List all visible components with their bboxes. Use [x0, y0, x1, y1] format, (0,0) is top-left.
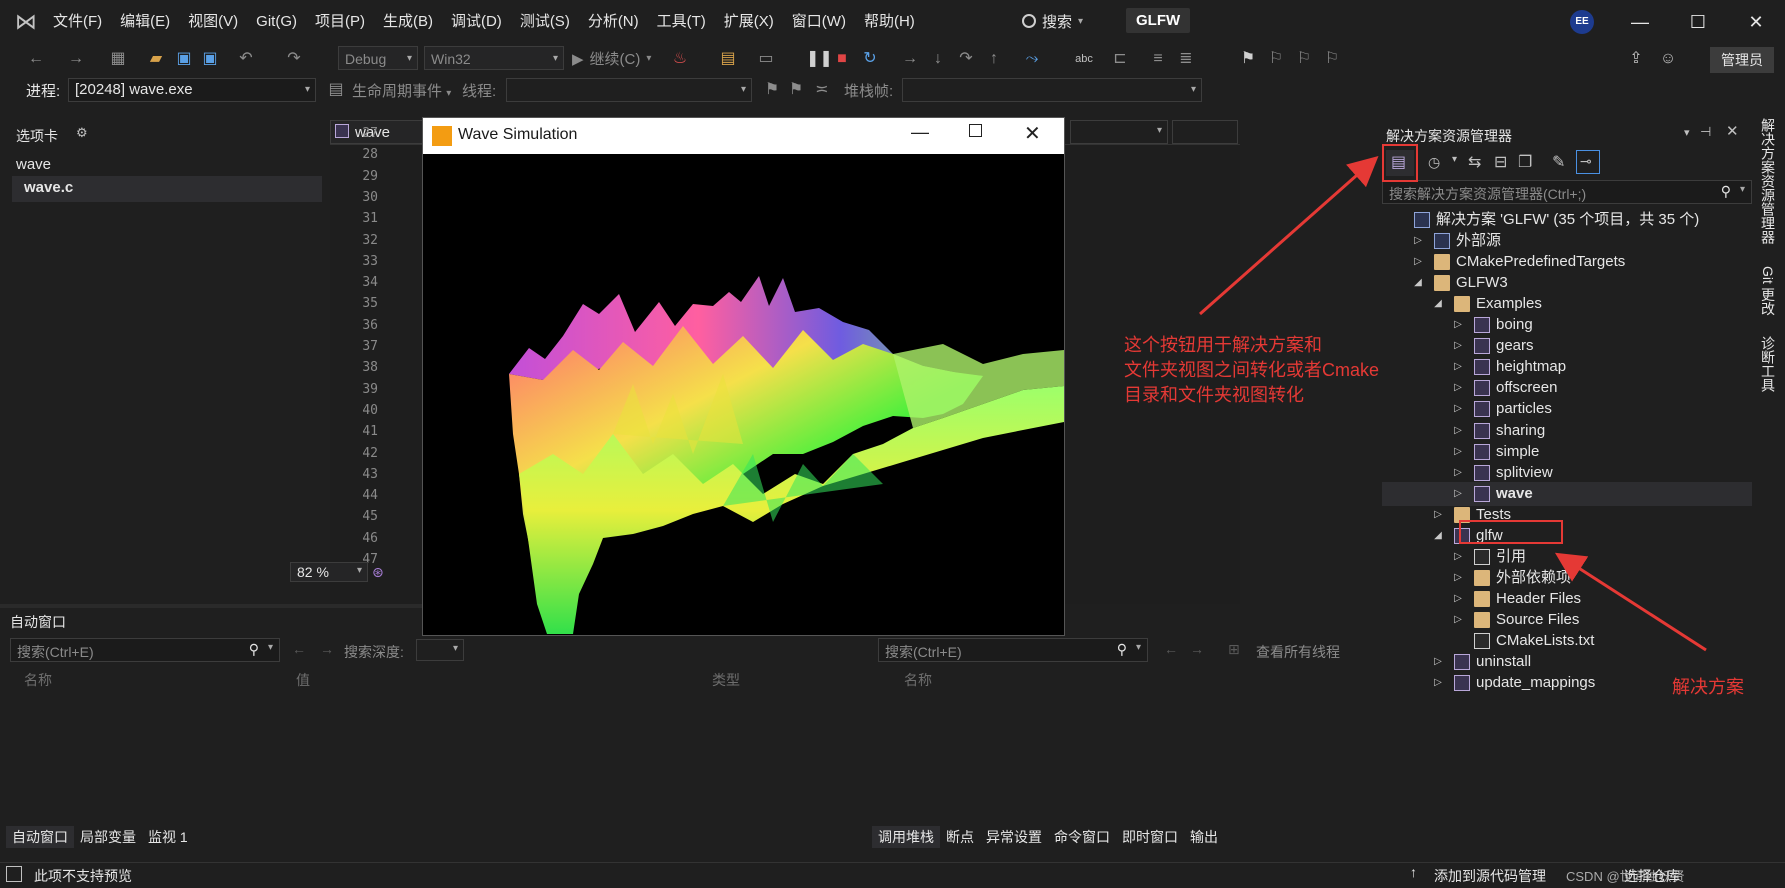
status-bar: 此项不支持预览 ↑ 添加到源代码管理 CSDN @世间浊妖贤 选择仓库: [0, 862, 1785, 888]
add-to-source-control-button[interactable]: 添加到源代码管理: [1434, 866, 1546, 886]
arrow-to-wave-project: [1554, 552, 1707, 652]
annotation-switch-views-note: 这个按钮用于解决方案和 文件夹视图之间转化或者Cmake 目录和文件夹视图转化: [1124, 335, 1380, 405]
status-text: 此项不支持预览: [34, 868, 132, 884]
arrow-up-icon: ↑: [1410, 864, 1417, 880]
annotation-solution-note: 解决方案: [1672, 677, 1744, 697]
arrow-to-switch-views: [1199, 156, 1379, 316]
annotation-arrows: [1199, 156, 1707, 652]
status-icon: [6, 866, 22, 882]
select-repo-button[interactable]: 选择仓库: [1624, 866, 1680, 886]
